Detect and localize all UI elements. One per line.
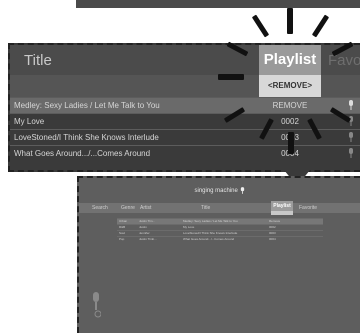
zoomed-playlist-panel: Title Playlist Favorit <REMOVE> Medley: … [8, 43, 360, 172]
song-title: My Love [14, 117, 45, 126]
screen-favorites-tab[interactable]: Favorite [299, 205, 317, 211]
number-cell: 0002 [269, 225, 276, 229]
song-title: Medley: Sexy Ladies / Let Me Talk to You [14, 101, 160, 110]
title-cell: What Goes Around.../...Comes Around [183, 237, 235, 241]
top-strip [76, 0, 360, 8]
artist-cell: Justin Timb... [139, 237, 157, 241]
remove-header[interactable]: <REMOVE> [259, 75, 321, 97]
artist-tab[interactable]: Artist [140, 205, 151, 211]
genre-cell: Soul [119, 231, 126, 235]
song-title: What Goes Around.../...Comes Around [14, 149, 151, 158]
screen-remove-header[interactable] [271, 211, 293, 215]
microphone-icon [349, 100, 353, 110]
brand-logo: singing machine [79, 187, 360, 194]
playlist-row[interactable]: What Goes Around.../...Comes Around 0004 [10, 145, 360, 162]
header-bar: Title Playlist Favorit [10, 45, 360, 75]
playlist-tab[interactable]: Playlist [259, 45, 321, 75]
search-tab[interactable]: Search [92, 205, 108, 211]
burst-ray [218, 74, 244, 80]
title-column-header[interactable]: Title [24, 52, 52, 69]
genre-tab[interactable]: Genre [121, 205, 135, 211]
remove-cell[interactable]: Remove [269, 219, 280, 223]
playlist-row[interactable]: Medley: Sexy Ladies / Let Me Talk to You… [10, 97, 360, 114]
screen-playlist-tab[interactable]: Playlist [271, 201, 293, 211]
remove-button[interactable]: REMOVE [259, 101, 321, 110]
title-tab[interactable]: Title [201, 205, 210, 211]
brand-name: singing machine [194, 188, 238, 195]
artist-cell: Justin Tim... [139, 219, 156, 223]
artist-cell: Jennifer [139, 231, 150, 235]
genre-cell: Pop [119, 237, 125, 241]
playlist-row[interactable]: LoveStoned/I Think She Knows Interlude 0… [10, 129, 360, 146]
number-cell: 0004 [269, 237, 276, 241]
artist-cell: Justin [139, 225, 147, 229]
karaoke-screen-preview: singing machine Search Genre Artist Titl… [77, 176, 360, 333]
microphone-icon [93, 292, 101, 318]
microphone-icon [240, 187, 244, 194]
microphone-icon [349, 132, 353, 142]
burst-ray [287, 8, 293, 34]
screen-row[interactable]: Pop Justin Timb... What Goes Around.../.… [117, 236, 323, 242]
microphone-icon [349, 148, 353, 158]
burst-ray [311, 14, 330, 38]
title-cell: LoveStoned/I Think She Knows Interlude [183, 231, 238, 235]
genre-cell: R&B [119, 225, 126, 229]
number-cell: 0003 [269, 231, 276, 235]
title-cell: My Love [183, 225, 195, 229]
burst-ray [251, 14, 270, 38]
song-title: LoveStoned/I Think She Knows Interlude [14, 133, 159, 142]
title-cell: Medley: Sexy Ladies / Let Me Talk to You [183, 219, 238, 223]
genre-cell: Urban [119, 219, 128, 223]
burst-ray [288, 132, 294, 154]
